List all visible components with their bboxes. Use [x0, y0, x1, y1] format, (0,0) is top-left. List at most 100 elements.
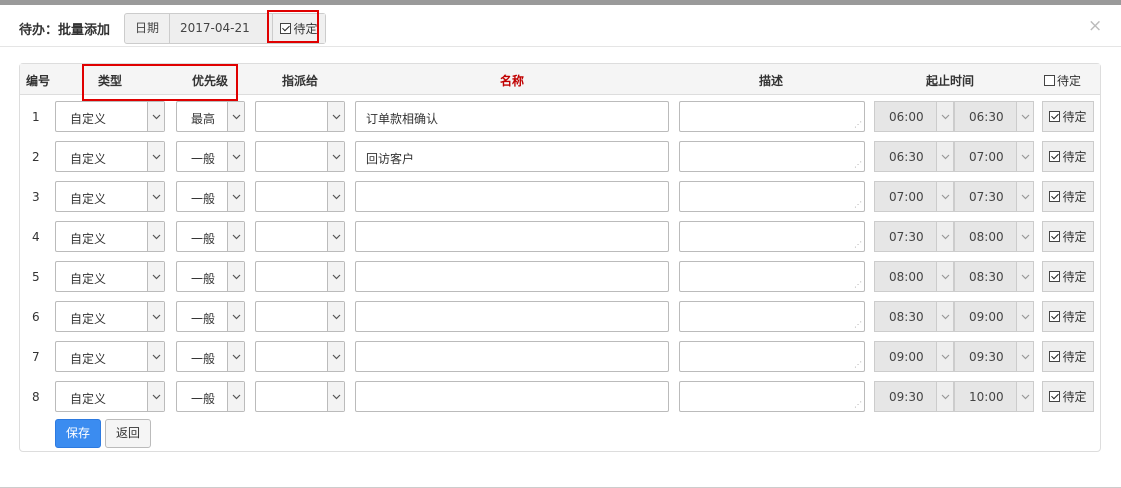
end-time-select[interactable]: 06:30	[954, 101, 1034, 132]
priority-select[interactable]: 一般	[176, 341, 245, 372]
chevron-down-icon[interactable]	[327, 182, 344, 211]
chevron-down-icon[interactable]	[936, 142, 953, 171]
chevron-down-icon[interactable]	[1016, 102, 1033, 131]
end-time-select[interactable]: 08:30	[954, 261, 1034, 292]
assign-select[interactable]	[255, 341, 345, 372]
desc-textarea[interactable]: ⋰	[679, 101, 865, 132]
row-pending-toggle[interactable]: 待定	[1042, 221, 1094, 252]
resize-grip-icon[interactable]: ⋰	[854, 361, 862, 369]
chevron-down-icon[interactable]	[147, 342, 164, 371]
chevron-down-icon[interactable]	[1016, 142, 1033, 171]
desc-textarea[interactable]: ⋰	[679, 141, 865, 172]
chevron-down-icon[interactable]	[327, 382, 344, 411]
chevron-down-icon[interactable]	[227, 182, 244, 211]
type-select[interactable]: 自定义	[55, 141, 165, 172]
desc-textarea[interactable]: ⋰	[679, 181, 865, 212]
chevron-down-icon[interactable]	[227, 302, 244, 331]
desc-textarea[interactable]: ⋰	[679, 261, 865, 292]
chevron-down-icon[interactable]	[327, 342, 344, 371]
type-select[interactable]: 自定义	[55, 181, 165, 212]
end-time-select[interactable]: 09:00	[954, 301, 1034, 332]
checkbox-icon[interactable]	[1049, 271, 1061, 282]
name-input[interactable]	[355, 181, 669, 212]
checkbox-icon[interactable]	[1049, 231, 1061, 242]
start-time-select[interactable]: 07:00	[874, 181, 954, 212]
assign-select[interactable]	[255, 261, 345, 292]
start-time-select[interactable]: 09:30	[874, 381, 954, 412]
start-time-select[interactable]: 08:00	[874, 261, 954, 292]
checkbox-icon[interactable]	[1049, 351, 1061, 362]
chevron-down-icon[interactable]	[936, 342, 953, 371]
desc-textarea[interactable]: ⋰	[679, 221, 865, 252]
chevron-down-icon[interactable]	[1016, 222, 1033, 251]
assign-select[interactable]	[255, 381, 345, 412]
chevron-down-icon[interactable]	[227, 142, 244, 171]
priority-select[interactable]: 最高	[176, 101, 245, 132]
save-button[interactable]: 保存	[55, 419, 101, 448]
chevron-down-icon[interactable]	[936, 222, 953, 251]
chevron-down-icon[interactable]	[227, 262, 244, 291]
chevron-down-icon[interactable]	[147, 182, 164, 211]
checkbox-icon[interactable]	[1049, 191, 1061, 202]
priority-select[interactable]: 一般	[176, 301, 245, 332]
name-input[interactable]	[355, 301, 669, 332]
resize-grip-icon[interactable]: ⋰	[854, 161, 862, 169]
checkbox-icon[interactable]	[1049, 391, 1061, 402]
end-time-select[interactable]: 07:30	[954, 181, 1034, 212]
chevron-down-icon[interactable]	[1016, 182, 1033, 211]
name-input[interactable]	[355, 381, 669, 412]
end-time-select[interactable]: 08:00	[954, 221, 1034, 252]
chevron-down-icon[interactable]	[936, 382, 953, 411]
chevron-down-icon[interactable]	[147, 102, 164, 131]
type-select[interactable]: 自定义	[55, 341, 165, 372]
type-select[interactable]: 自定义	[55, 301, 165, 332]
close-icon[interactable]: ×	[1088, 18, 1102, 35]
row-pending-toggle[interactable]: 待定	[1042, 181, 1094, 212]
chevron-down-icon[interactable]	[1016, 262, 1033, 291]
checkbox-icon[interactable]	[1049, 311, 1061, 322]
chevron-down-icon[interactable]	[147, 262, 164, 291]
type-select[interactable]: 自定义	[55, 221, 165, 252]
start-time-select[interactable]: 07:30	[874, 221, 954, 252]
chevron-down-icon[interactable]	[147, 382, 164, 411]
chevron-down-icon[interactable]	[147, 142, 164, 171]
priority-select[interactable]: 一般	[176, 381, 245, 412]
chevron-down-icon[interactable]	[936, 102, 953, 131]
desc-textarea[interactable]: ⋰	[679, 301, 865, 332]
chevron-down-icon[interactable]	[1016, 382, 1033, 411]
chevron-down-icon[interactable]	[936, 182, 953, 211]
type-select[interactable]: 自定义	[55, 101, 165, 132]
chevron-down-icon[interactable]	[227, 222, 244, 251]
chevron-down-icon[interactable]	[227, 102, 244, 131]
priority-select[interactable]: 一般	[176, 261, 245, 292]
header-pending[interactable]: 待定	[1044, 72, 1081, 89]
resize-grip-icon[interactable]: ⋰	[854, 121, 862, 129]
chevron-down-icon[interactable]	[936, 262, 953, 291]
resize-grip-icon[interactable]: ⋰	[854, 201, 862, 209]
checkbox-icon[interactable]	[1044, 75, 1055, 86]
chevron-down-icon[interactable]	[1016, 302, 1033, 331]
start-time-select[interactable]: 08:30	[874, 301, 954, 332]
name-input[interactable]: 回访客户	[355, 141, 669, 172]
end-time-select[interactable]: 07:00	[954, 141, 1034, 172]
name-input[interactable]: 订单款相确认	[355, 101, 669, 132]
assign-select[interactable]	[255, 221, 345, 252]
back-button[interactable]: 返回	[105, 419, 151, 448]
chevron-down-icon[interactable]	[1016, 342, 1033, 371]
chevron-down-icon[interactable]	[327, 102, 344, 131]
priority-select[interactable]: 一般	[176, 221, 245, 252]
assign-select[interactable]	[255, 101, 345, 132]
chevron-down-icon[interactable]	[227, 342, 244, 371]
assign-select[interactable]	[255, 141, 345, 172]
start-time-select[interactable]: 06:30	[874, 141, 954, 172]
name-input[interactable]	[355, 261, 669, 292]
priority-select[interactable]: 一般	[176, 141, 245, 172]
type-select[interactable]: 自定义	[55, 261, 165, 292]
desc-textarea[interactable]: ⋰	[679, 381, 865, 412]
assign-select[interactable]	[255, 301, 345, 332]
desc-textarea[interactable]: ⋰	[679, 341, 865, 372]
row-pending-toggle[interactable]: 待定	[1042, 381, 1094, 412]
name-input[interactable]	[355, 341, 669, 372]
chevron-down-icon[interactable]	[147, 302, 164, 331]
priority-select[interactable]: 一般	[176, 181, 245, 212]
